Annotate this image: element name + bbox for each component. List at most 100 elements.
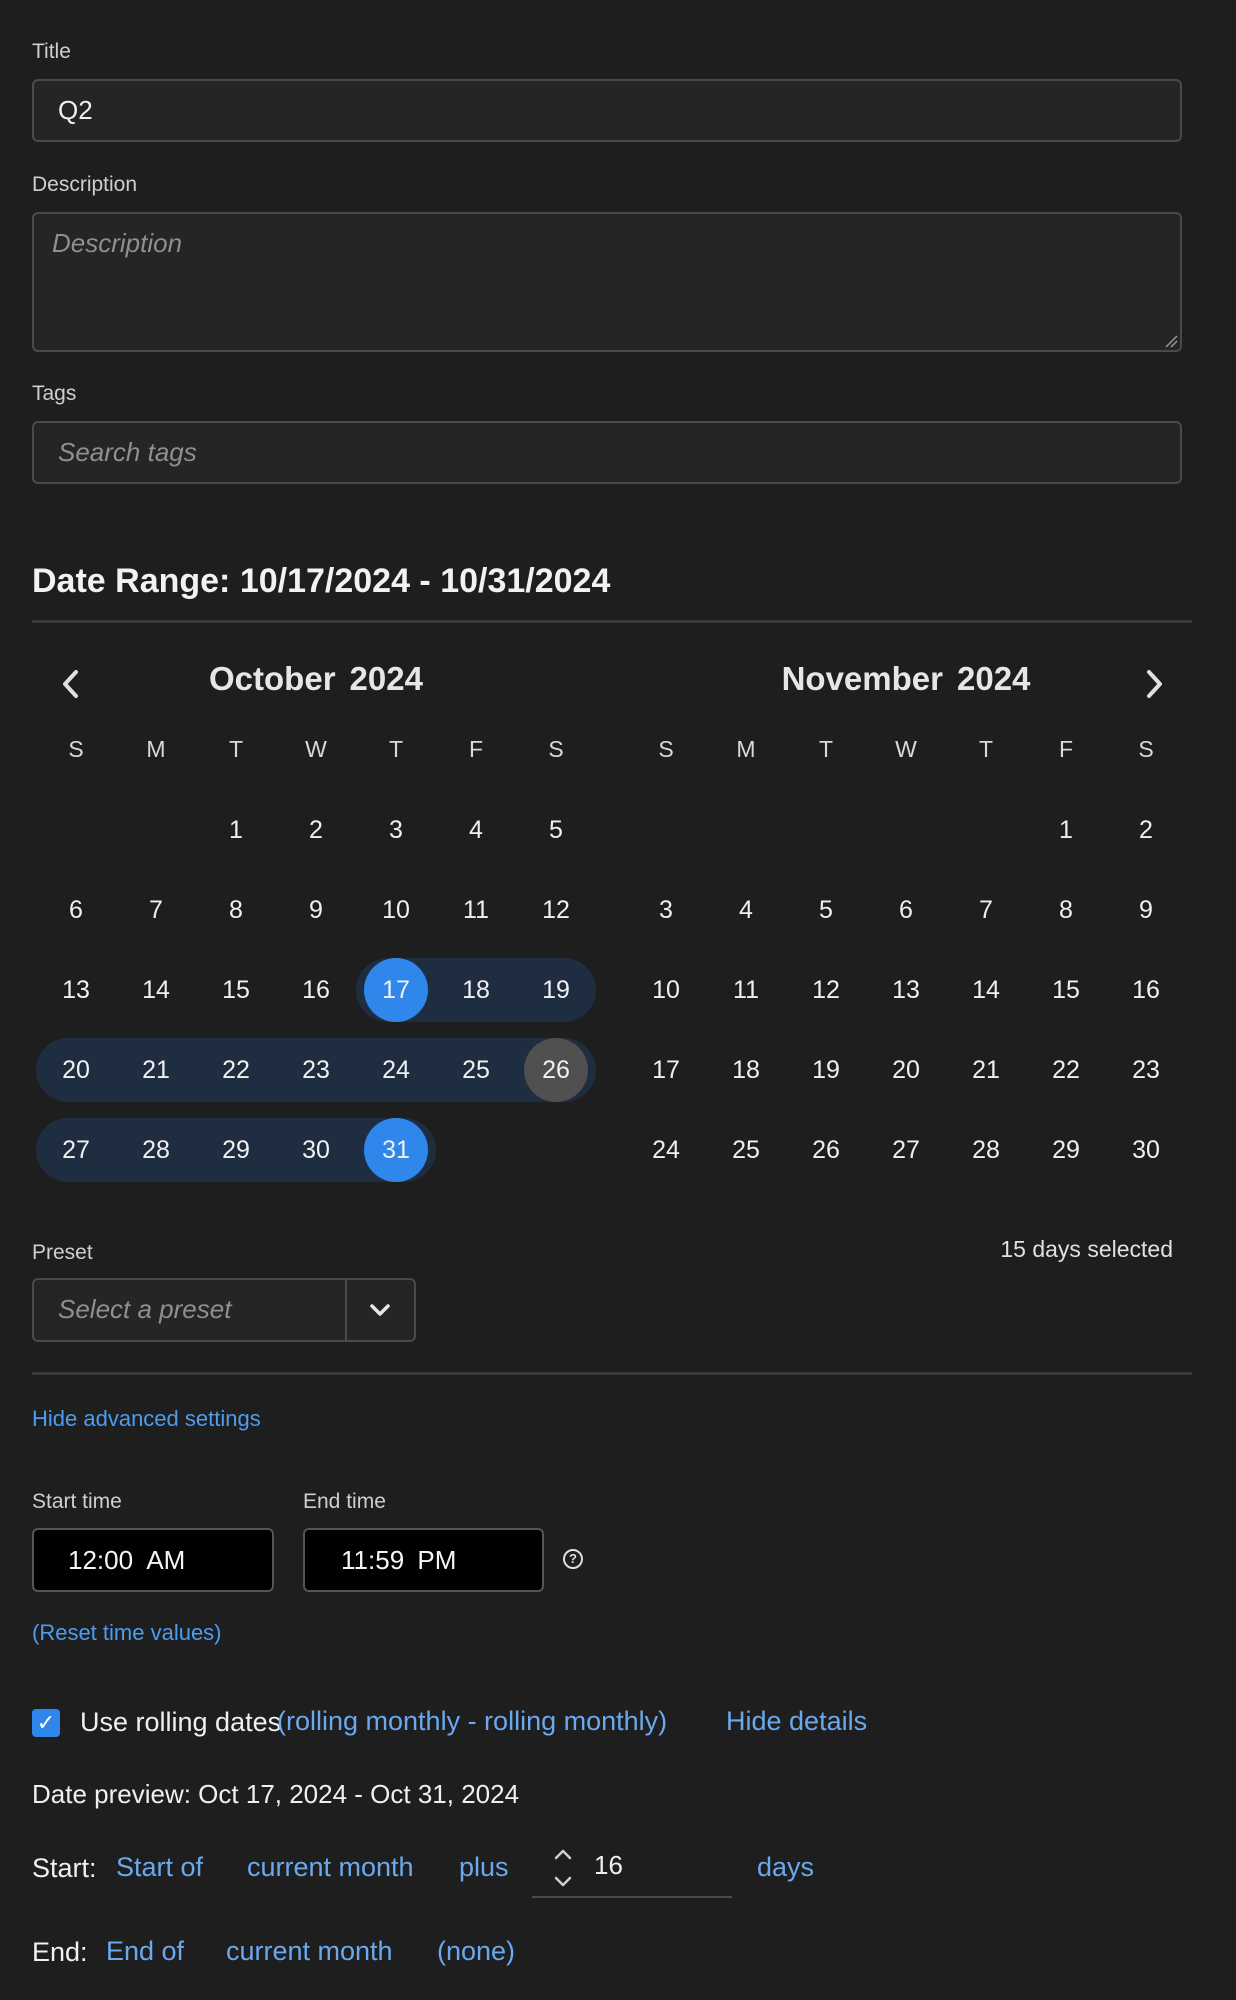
calendar-day[interactable]: 27 xyxy=(866,1118,946,1182)
calendar-day[interactable]: 25 xyxy=(706,1118,786,1182)
calendar-day[interactable]: 12 xyxy=(516,878,596,942)
chevron-down-icon[interactable] xyxy=(552,1874,574,1890)
calendar-day[interactable]: 10 xyxy=(626,958,706,1022)
calendar-day[interactable]: 4 xyxy=(706,878,786,942)
calendar-day[interactable]: 16 xyxy=(276,958,356,1022)
calendar-day[interactable]: 12 xyxy=(786,958,866,1022)
end-hour[interactable]: 11 xyxy=(341,1545,368,1575)
calendar-day[interactable]: 19 xyxy=(516,958,596,1022)
calendar-day[interactable]: 29 xyxy=(1026,1118,1106,1182)
start-time-label: Start time xyxy=(32,1490,122,1513)
calendar-day[interactable]: 15 xyxy=(196,958,276,1022)
calendar-day[interactable]: 19 xyxy=(786,1038,866,1102)
calendar-day[interactable]: 23 xyxy=(276,1038,356,1102)
calendar-day[interactable]: 31 xyxy=(356,1118,436,1182)
calendar-day[interactable]: 29 xyxy=(196,1118,276,1182)
calendar-day[interactable]: 28 xyxy=(116,1118,196,1182)
calendar-day[interactable]: 30 xyxy=(1106,1118,1186,1182)
november-month-title: November 2024 xyxy=(626,660,1186,698)
calendar-day[interactable]: 9 xyxy=(276,878,356,942)
preset-placeholder: Select a preset xyxy=(58,1294,232,1324)
calendar-day[interactable]: 24 xyxy=(626,1118,706,1182)
description-textarea[interactable]: Description xyxy=(32,212,1182,352)
calendar-day[interactable]: 1 xyxy=(1026,798,1106,862)
rolling-summary-link[interactable]: (rolling monthly - rolling monthly) xyxy=(277,1706,667,1737)
calendar-day[interactable]: 26 xyxy=(516,1038,596,1102)
calendar-day[interactable]: 7 xyxy=(946,878,1026,942)
hide-details-link[interactable]: Hide details xyxy=(726,1706,867,1737)
calendar-day[interactable]: 20 xyxy=(36,1038,116,1102)
calendar-day[interactable]: 5 xyxy=(516,798,596,862)
calendar-day[interactable]: 1 xyxy=(196,798,276,862)
calendar-day[interactable]: 26 xyxy=(786,1118,866,1182)
calendar-day[interactable]: 25 xyxy=(436,1038,516,1102)
calendar-day[interactable]: 28 xyxy=(946,1118,1026,1182)
help-icon[interactable]: ? xyxy=(563,1549,583,1569)
calendar-day[interactable]: 24 xyxy=(356,1038,436,1102)
calendar-day[interactable]: 16 xyxy=(1106,958,1186,1022)
calendar-day[interactable]: 18 xyxy=(436,958,516,1022)
calendar-day[interactable]: 11 xyxy=(436,878,516,942)
calendar-day[interactable]: 23 xyxy=(1106,1038,1186,1102)
start-minute[interactable]: 00 xyxy=(104,1545,133,1575)
calendar-day[interactable]: 9 xyxy=(1106,878,1186,942)
calendar-day[interactable]: 7 xyxy=(116,878,196,942)
end-time-input[interactable]: 11:59 PM xyxy=(303,1528,544,1592)
weekday-header: W xyxy=(895,736,917,762)
start-period-link[interactable]: current month xyxy=(247,1852,414,1883)
calendar-day[interactable]: 22 xyxy=(1026,1038,1106,1102)
end-minute[interactable]: 59 xyxy=(375,1545,404,1575)
calendar-day[interactable]: 17 xyxy=(356,958,436,1022)
end-period-link[interactable]: current month xyxy=(226,1936,393,1967)
reset-time-values-link[interactable]: (Reset time values) xyxy=(32,1620,222,1646)
use-rolling-dates-checkbox[interactable]: ✓ xyxy=(32,1709,60,1737)
calendar-day[interactable]: 3 xyxy=(626,878,706,942)
calendar-day[interactable]: 27 xyxy=(36,1118,116,1182)
start-period[interactable]: AM xyxy=(146,1545,185,1575)
tags-search-input[interactable]: Search tags xyxy=(32,421,1182,484)
hide-advanced-settings-link[interactable]: Hide advanced settings xyxy=(32,1406,261,1432)
weekday-header: T xyxy=(818,736,834,762)
calendar-day[interactable]: 2 xyxy=(276,798,356,862)
calendar-day[interactable]: 21 xyxy=(946,1038,1026,1102)
resize-grip-icon[interactable] xyxy=(1164,334,1178,348)
calendar-day[interactable]: 14 xyxy=(946,958,1026,1022)
preset-dropdown-button[interactable] xyxy=(347,1280,414,1340)
days-selected-count: 15 days selected xyxy=(1000,1236,1173,1262)
calendar-day[interactable]: 18 xyxy=(706,1038,786,1102)
calendar-day[interactable]: 4 xyxy=(436,798,516,862)
preset-select[interactable]: Select a preset xyxy=(32,1278,416,1342)
calendar-day[interactable]: 2 xyxy=(1106,798,1186,862)
title-input[interactable]: Q2 xyxy=(32,79,1182,142)
start-operator-link[interactable]: plus xyxy=(459,1852,509,1883)
start-anchor-link[interactable]: Start of xyxy=(116,1852,203,1883)
end-anchor-link[interactable]: End of xyxy=(106,1936,184,1967)
weekday-header: T xyxy=(978,736,994,762)
calendar-day[interactable]: 8 xyxy=(1026,878,1106,942)
start-hour[interactable]: 12 xyxy=(68,1545,97,1575)
chevron-up-icon[interactable] xyxy=(552,1846,574,1862)
calendar-day[interactable]: 30 xyxy=(276,1118,356,1182)
calendar-day[interactable]: 3 xyxy=(356,798,436,862)
calendar-day[interactable]: 22 xyxy=(196,1038,276,1102)
calendar-day[interactable]: 13 xyxy=(36,958,116,1022)
november-calendar-grid: S M T W T F S 1 2 3 4 5 6 7 8 9 10 11 12 13 14 15 16 17 18 19 20 21… xyxy=(626,736,1186,1176)
calendar-day[interactable]: 14 xyxy=(116,958,196,1022)
start-offset-stepper[interactable]: 16 xyxy=(532,1838,732,1898)
calendar-day[interactable]: 13 xyxy=(866,958,946,1022)
calendar-day[interactable]: 10 xyxy=(356,878,436,942)
calendar-day[interactable]: 6 xyxy=(36,878,116,942)
calendar-day[interactable]: 6 xyxy=(866,878,946,942)
calendar-day[interactable]: 11 xyxy=(706,958,786,1022)
calendar-day[interactable]: 17 xyxy=(626,1038,706,1102)
end-operator-link[interactable]: (none) xyxy=(437,1936,515,1967)
end-period[interactable]: PM xyxy=(417,1545,456,1575)
calendar-day[interactable]: 20 xyxy=(866,1038,946,1102)
calendar-day[interactable]: 8 xyxy=(196,878,276,942)
start-time-input[interactable]: 12:00 AM xyxy=(32,1528,274,1592)
calendar-day[interactable]: 5 xyxy=(786,878,866,942)
calendar-day[interactable]: 21 xyxy=(116,1038,196,1102)
calendar-day[interactable]: 15 xyxy=(1026,958,1106,1022)
start-offset-value[interactable]: 16 xyxy=(594,1850,623,1881)
start-unit-link[interactable]: days xyxy=(757,1852,814,1883)
